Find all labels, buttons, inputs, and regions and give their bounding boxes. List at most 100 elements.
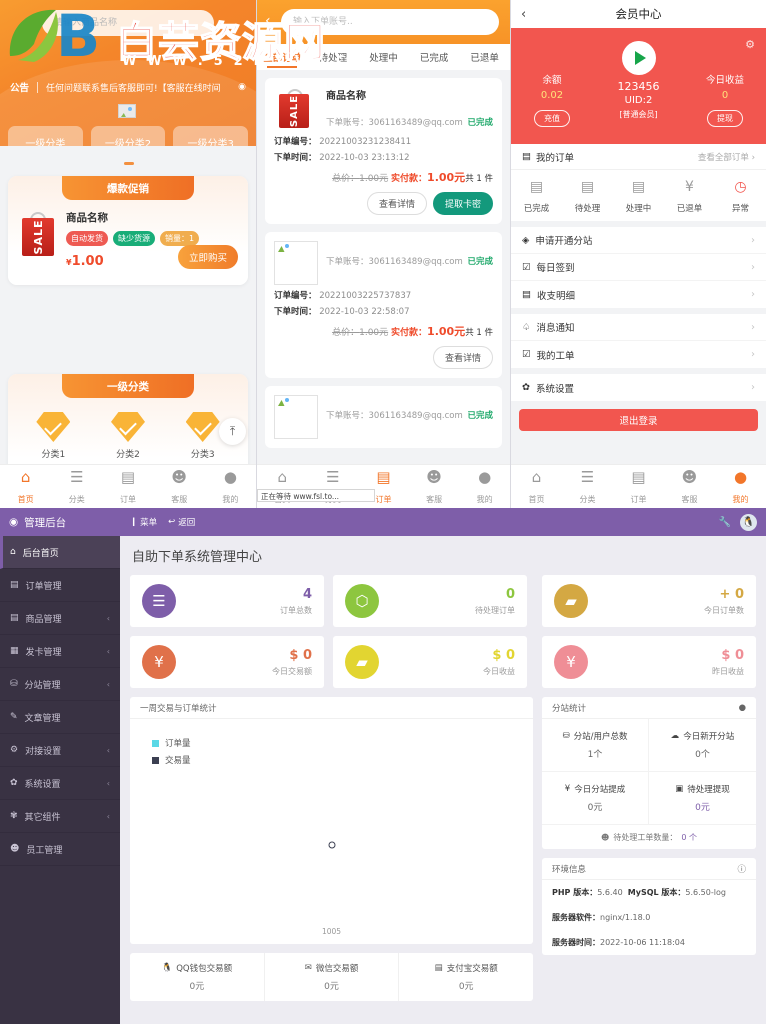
back-to-top-button[interactable]: ⤒ — [219, 418, 246, 445]
shortcut-refunded[interactable]: ¥ 已退单 — [664, 178, 715, 215]
tab-support[interactable]: ☻ 客服 — [409, 468, 460, 506]
extract-card-button[interactable]: 提取卡密 — [433, 192, 493, 215]
sidebar-item-orders[interactable]: ▤ 订单管理 — [0, 569, 120, 602]
right-stat-cards: ▰ + 0 今日订单数 ¥ $ 0 昨日收益 — [542, 575, 756, 688]
order-no-label: 订单编号： — [274, 137, 317, 147]
order-tab-processing[interactable]: 处理中 — [358, 50, 409, 64]
order-actions: 查看详情 提取卡密 — [274, 192, 493, 215]
shortcut-pending[interactable]: ▤ 待处理 — [562, 178, 613, 215]
back-icon[interactable]: ‹ — [265, 13, 271, 29]
order-price-row: 总价：1.00元 实付款：1.00元共 1 件 — [274, 323, 493, 339]
income-block: 今日收益 0 提现 — [690, 72, 760, 127]
tab-home[interactable]: ⌂ 首页 — [0, 468, 51, 506]
pending-ticket-label: 待处理工单数量： — [613, 832, 677, 843]
wrench-icon[interactable]: 🔧 — [719, 517, 731, 528]
legend-item-turnover[interactable]: 交易量 — [152, 754, 191, 766]
order-search-input[interactable]: 输入下单账号.. — [281, 9, 499, 35]
admin-body: ⌂ 后台首页 ▤ 订单管理 ▤ 商品管理 ‹ ▦ 发卡管理 ‹ — [0, 536, 766, 1024]
category-item-2[interactable]: 分类2 — [91, 412, 166, 460]
tab-order-label: 订单 — [375, 495, 391, 504]
category-item-1[interactable]: 分类1 — [16, 412, 91, 460]
logout-button[interactable]: 退出登录 — [519, 409, 758, 431]
withdraw-button[interactable]: 提现 — [707, 110, 743, 127]
tab-category[interactable]: ☰ 分类 — [51, 468, 102, 506]
admin-brand[interactable]: ◉ 管理后台 — [0, 515, 120, 530]
tab-order[interactable]: ▤ 订单 — [613, 468, 664, 506]
today-income-value: 0 — [690, 90, 760, 101]
grid-icon: ☰ — [562, 468, 613, 486]
order-tab-pending[interactable]: 待处理 — [308, 50, 359, 64]
tab-order-label: 订单 — [120, 495, 136, 504]
stat-label: 订单总数 — [280, 605, 312, 616]
view-all-orders-link[interactable]: 查看全部订单 › — [698, 151, 755, 163]
sidebar-item-staff[interactable]: ☻ 员工管理 — [0, 833, 120, 866]
order-tab-done[interactable]: 已完成 — [409, 50, 460, 64]
tab-support-label: 客服 — [682, 495, 698, 504]
tab-support[interactable]: ☻ 客服 — [664, 468, 715, 506]
order-status-shortcuts: ▤ 已完成 ▤ 待处理 ▤ 处理中 ¥ 已退单 — [511, 170, 766, 221]
menu-label: 我的工单 — [537, 348, 575, 362]
order-tab-all[interactable]: 全部订单 — [257, 50, 308, 64]
buy-now-button[interactable]: 立即购买 — [178, 245, 238, 269]
broken-image-icon — [274, 241, 318, 285]
category-link-2[interactable]: 一级分类2 — [91, 126, 166, 146]
avatar[interactable] — [622, 41, 656, 75]
order-card[interactable]: SALE 商品名称 下单账号：3061163489@qq.com 已完成 订单编… — [265, 78, 502, 224]
legend-item-orders[interactable]: 订单量 — [152, 737, 191, 749]
info-icon[interactable]: ⓘ — [737, 863, 746, 875]
sidebar-item-substation[interactable]: ⛁ 分站管理 ‹ — [0, 668, 120, 701]
back-icon[interactable]: ‹ — [521, 7, 526, 22]
sidebar-item-dashboard[interactable]: ⌂ 后台首页 — [0, 536, 120, 569]
menu-item-signin[interactable]: ☑ 每日签到 › — [511, 254, 766, 281]
shortcut-label: 已完成 — [524, 204, 550, 214]
sidebar-item-articles[interactable]: ✎ 文章管理 — [0, 701, 120, 734]
avatar[interactable]: 🐧 — [740, 514, 757, 531]
sidebar-item-cards[interactable]: ▦ 发卡管理 ‹ — [0, 635, 120, 668]
sidebar-item-components[interactable]: ✾ 其它组件 ‹ — [0, 800, 120, 833]
order-tab-refunded[interactable]: 已退单 — [459, 50, 510, 64]
menu-toggle-button[interactable]: ❙ 菜单 — [130, 516, 157, 528]
menu-item-substation[interactable]: ◈ 申请开通分站 › — [511, 227, 766, 254]
shortcut-processing[interactable]: ▤ 处理中 — [613, 178, 664, 215]
tab-support[interactable]: ☻ 客服 — [154, 468, 205, 506]
my-orders-title: 我的订单 — [536, 150, 574, 164]
order-card[interactable]: 下单账号：3061163489@qq.com 已完成 — [265, 386, 502, 448]
substation-pending-withdraw: ▣ 待处理提现 0元 — [649, 772, 756, 825]
tab-mine[interactable]: ● 我的 — [715, 468, 766, 506]
sidebar-item-products[interactable]: ▤ 商品管理 ‹ — [0, 602, 120, 635]
gear-icon[interactable]: ⚙ — [745, 38, 755, 51]
sidebar-item-integration[interactable]: ⚙ 对接设置 ‹ — [0, 734, 120, 767]
tab-mine[interactable]: ● 我的 — [205, 468, 256, 506]
menu-item-notifications[interactable]: ♤ 消息通知 › — [511, 314, 766, 341]
check-icon: ☑ — [522, 262, 531, 273]
view-detail-button[interactable]: 查看详情 — [367, 192, 427, 215]
view-detail-button[interactable]: 查看详情 — [433, 346, 493, 369]
payment-value: 0元 — [399, 979, 533, 992]
shop-search-input[interactable]: 请输入商品名称 — [42, 10, 214, 36]
substation-commission: ¥ 今日分站提成 0元 — [542, 772, 649, 825]
menu-item-transactions[interactable]: ▤ 收支明细 › — [511, 281, 766, 308]
menu-label: 申请开通分站 — [535, 233, 592, 247]
tab-order[interactable]: ▤ 订单 — [102, 468, 153, 506]
recharge-button[interactable]: 充值 — [534, 110, 570, 127]
back-button[interactable]: ↩ 返回 — [168, 516, 195, 528]
back-button-label: 返回 — [178, 516, 195, 528]
menu-item-settings[interactable]: ✿ 系统设置 › — [511, 374, 766, 401]
menu-item-tickets[interactable]: ☑ 我的工单 › — [511, 341, 766, 368]
sidebar-item-label: 其它组件 — [25, 810, 61, 823]
tab-home[interactable]: ⌂ 首页 — [511, 468, 562, 506]
support-icon: ☻ — [154, 468, 205, 486]
sitemap-icon: ⛁ — [563, 731, 570, 741]
shortcut-completed[interactable]: ▤ 已完成 — [511, 178, 562, 215]
sidebar-item-settings[interactable]: ✿ 系统设置 ‹ — [0, 767, 120, 800]
announcement-bar[interactable]: 公告 任何问题联系售后客服即可!【客服在线时间 ◉ — [0, 76, 256, 98]
shortcut-abnormal[interactable]: ◷ 异常 — [715, 178, 766, 215]
category-link-1[interactable]: 一级分类 — [8, 126, 83, 146]
tab-category[interactable]: ☰ 分类 — [562, 468, 613, 506]
today-income-label: 今日收益 — [690, 72, 760, 86]
order-card[interactable]: 下单账号：3061163489@qq.com 已完成 订单编号： 2022100… — [265, 232, 502, 378]
tab-mine[interactable]: ● 我的 — [459, 468, 510, 506]
cube-icon: ⬡ — [345, 584, 379, 618]
chevron-right-icon: › — [751, 349, 755, 360]
category-link-3[interactable]: 一级分类3 — [173, 126, 248, 146]
